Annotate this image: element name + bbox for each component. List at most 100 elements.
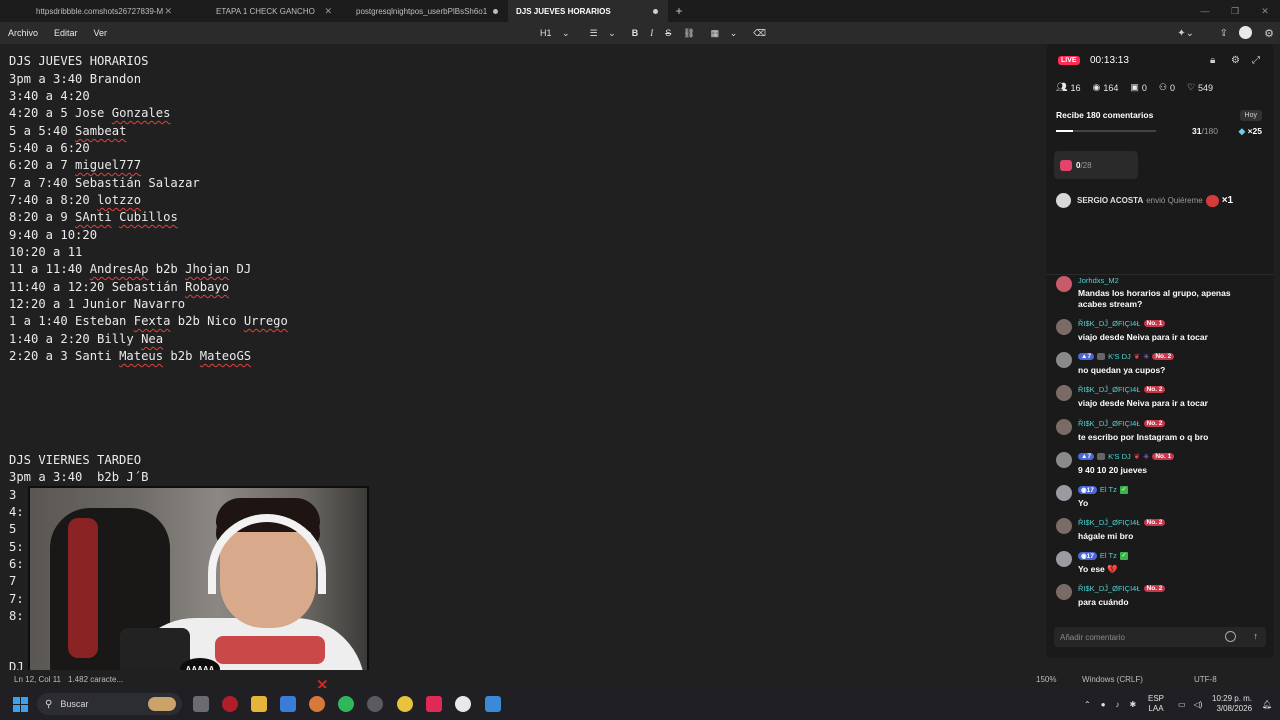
close-tab-icon[interactable]: ✕ — [164, 6, 172, 17]
close-tab-icon[interactable]: ✕ — [324, 6, 332, 17]
eye-icon: ◉ — [1092, 82, 1101, 92]
menu-editar[interactable]: Editar — [46, 28, 86, 38]
quick-settings[interactable]: ▭ ◁) — [1178, 688, 1202, 720]
bold-button[interactable]: B — [628, 28, 643, 38]
goal-tag: Hoy — [1239, 110, 1262, 121]
rank-badge: No. 2 — [1143, 386, 1166, 393]
send-icon[interactable]: ↑ — [1254, 631, 1259, 641]
mic-icon[interactable]: ♪ — [1116, 700, 1120, 709]
clear-format-icon[interactable]: ⌫ — [749, 28, 770, 39]
gift-icon: ▣ — [1130, 82, 1139, 92]
tab-postgres[interactable]: postgresqlnightpos_userbPlBsSh6o1 — [340, 0, 508, 22]
comment-placeholder: Añadir comentario — [1060, 632, 1125, 642]
level-badge: ▲7 — [1078, 453, 1095, 460]
chat-username: El Tz — [1099, 551, 1117, 560]
gift-total: /28 — [1080, 160, 1092, 170]
editor-line: 6: — [9, 557, 24, 571]
avatar[interactable] — [1239, 26, 1252, 39]
media-player-icon[interactable] — [455, 696, 471, 712]
gear-icon[interactable]: ⚙ — [1231, 55, 1240, 66]
tab-label: postgresqlnightpos_userbPlBsSh6o1 — [356, 6, 488, 16]
encoding[interactable]: UTF-8 — [1194, 675, 1217, 684]
sparkle-icon: ✳ — [1143, 452, 1150, 461]
live-panel: LIVE 00:13:13 🔒︎ ⚙ ⤢ 👥︎ 16 ◉ 164 ▣ 0 ⚇ 0 ♡ 54… — [1046, 44, 1274, 658]
chat-header: ŘI$K_DĴ_ØFIÇI4Ł No. 2 — [1078, 385, 1166, 394]
editor-line: 8: — [9, 609, 24, 623]
store-icon[interactable] — [280, 696, 296, 712]
chat-text: para cuándo — [1078, 597, 1129, 607]
clock-time: 10:29 p. m. — [1212, 694, 1253, 703]
chat-username: K'S DJ — [1108, 452, 1131, 461]
avatar — [1056, 485, 1072, 501]
menu-archivo[interactable]: Archivo — [0, 28, 46, 38]
whatsapp-icon[interactable] — [338, 696, 354, 712]
italic-button[interactable]: I — [646, 28, 657, 38]
new-tab-button[interactable]: + — [668, 0, 690, 22]
format-toolbar: H1 ⌄ ☰ ⌄ B I S ⛓ ▦ ⌄ ⌫ — [532, 22, 770, 44]
chat-text: te escribo por Instagram o q bro — [1078, 432, 1209, 442]
settings-gear-icon[interactable]: ⚙ — [1262, 26, 1276, 40]
share-icon[interactable]: ⇪ — [1220, 26, 1228, 40]
taskbar-search[interactable]: ⚲ Buscar — [37, 693, 182, 715]
chrome-icon[interactable] — [397, 696, 413, 712]
close-window-button[interactable]: ✕ — [1250, 0, 1280, 22]
heading-label: H1 — [540, 28, 552, 38]
avatar — [1056, 551, 1072, 567]
chat-header: Jorhdxs_M2 — [1078, 276, 1119, 285]
taskbar: ⚲ Buscar ⌃ ● ♪ ✱ ESP LAA ▭ ◁) 10:29 p. m… — [0, 688, 1280, 720]
chat-username: ŘI$K_DĴ_ØFIÇI4Ł — [1078, 518, 1141, 527]
gift-counter[interactable]: 0/28 — [1054, 151, 1138, 179]
tab-djs-jueves[interactable]: DJS JUEVES HORARIOS — [508, 0, 668, 22]
task-view-icon[interactable] — [193, 696, 209, 712]
editor-line: 10:20 a 11 — [9, 245, 83, 259]
level-value: 17 — [1086, 552, 1094, 560]
users-icon: 👥︎ — [1056, 82, 1068, 92]
bluetooth-icon[interactable]: ✱ — [1130, 700, 1137, 709]
language-indicator[interactable]: ESP LAA — [1148, 688, 1164, 720]
minimize-button[interactable]: — — [1190, 0, 1220, 22]
editor-line: DJS JUEVES HORARIOS — [9, 54, 149, 68]
system-tray: ⌃ ● ♪ ✱ — [1084, 688, 1136, 720]
editor-line: 6:20 a 7 miguel777 — [9, 158, 142, 172]
editor-line: 3:40 a 4:20 — [9, 89, 90, 103]
menu-ver[interactable]: Ver — [86, 28, 116, 38]
maximize-button[interactable]: ❐ — [1220, 0, 1250, 22]
windows-start-icon[interactable] — [13, 697, 28, 712]
chevron-up-icon[interactable]: ⌃ — [1084, 700, 1091, 709]
fan-badge — [1097, 353, 1106, 360]
heading-dropdown[interactable]: H1 ⌄ — [532, 28, 578, 39]
zoom-level[interactable]: 150% — [1036, 675, 1056, 684]
notification-bell-icon[interactable]: 🔔︎ — [1262, 688, 1272, 720]
tab-etapa[interactable]: ETAPA 1 CHECK GANCHO ✕ — [180, 0, 340, 22]
editor-line: 4:20 a 5 Jose Gonzales — [9, 106, 171, 120]
app-icon[interactable] — [309, 696, 325, 712]
table-dropdown[interactable]: ▦ ⌄ — [703, 28, 746, 39]
cursor-position: Ln 12, Col 11 — [14, 675, 61, 684]
lock-icon[interactable]: 🔒︎ — [1210, 55, 1215, 66]
opera-icon[interactable] — [222, 696, 238, 712]
char-count: 1.482 caracte... — [68, 675, 124, 684]
tray-app-icon[interactable]: ● — [1101, 700, 1106, 709]
emoji-icon[interactable] — [1225, 631, 1236, 642]
likes-count: 549 — [1198, 82, 1214, 93]
file-explorer-icon[interactable] — [251, 696, 267, 712]
list-dropdown[interactable]: ☰ ⌄ — [582, 28, 624, 39]
strikethrough-button[interactable]: S — [661, 28, 675, 38]
copilot-icon[interactable]: ✦⌄ — [1177, 26, 1194, 40]
notepad-icon[interactable] — [485, 696, 501, 712]
chat-text: 9 40 10 20 jueves — [1078, 465, 1148, 475]
app-icon[interactable] — [367, 696, 383, 712]
lang-top: ESP — [1148, 694, 1165, 703]
line-ending[interactable]: Windows (CRLF) — [1082, 675, 1143, 684]
comment-input[interactable]: Añadir comentario ↑ — [1054, 627, 1266, 647]
editor-line: 7: — [9, 592, 24, 606]
chat-header: ◉17 El Tz ✓ — [1078, 485, 1128, 494]
level-value: 7 — [1087, 453, 1092, 460]
link-icon[interactable]: ⛓ — [679, 28, 698, 39]
editor-line: 2:20 a 3 Santi Mateus b2b MateoGS — [9, 349, 252, 363]
goal-count: 31/180 — [1192, 126, 1218, 136]
tiktok-icon[interactable] — [426, 696, 442, 712]
tab-dribbble[interactable]: httpsdribbble.comshots26727839-M ✕ — [0, 0, 180, 22]
clock[interactable]: 10:29 p. m. 3/08/2026 — [1212, 688, 1252, 720]
expand-icon[interactable]: ⤢ — [1252, 55, 1260, 66]
